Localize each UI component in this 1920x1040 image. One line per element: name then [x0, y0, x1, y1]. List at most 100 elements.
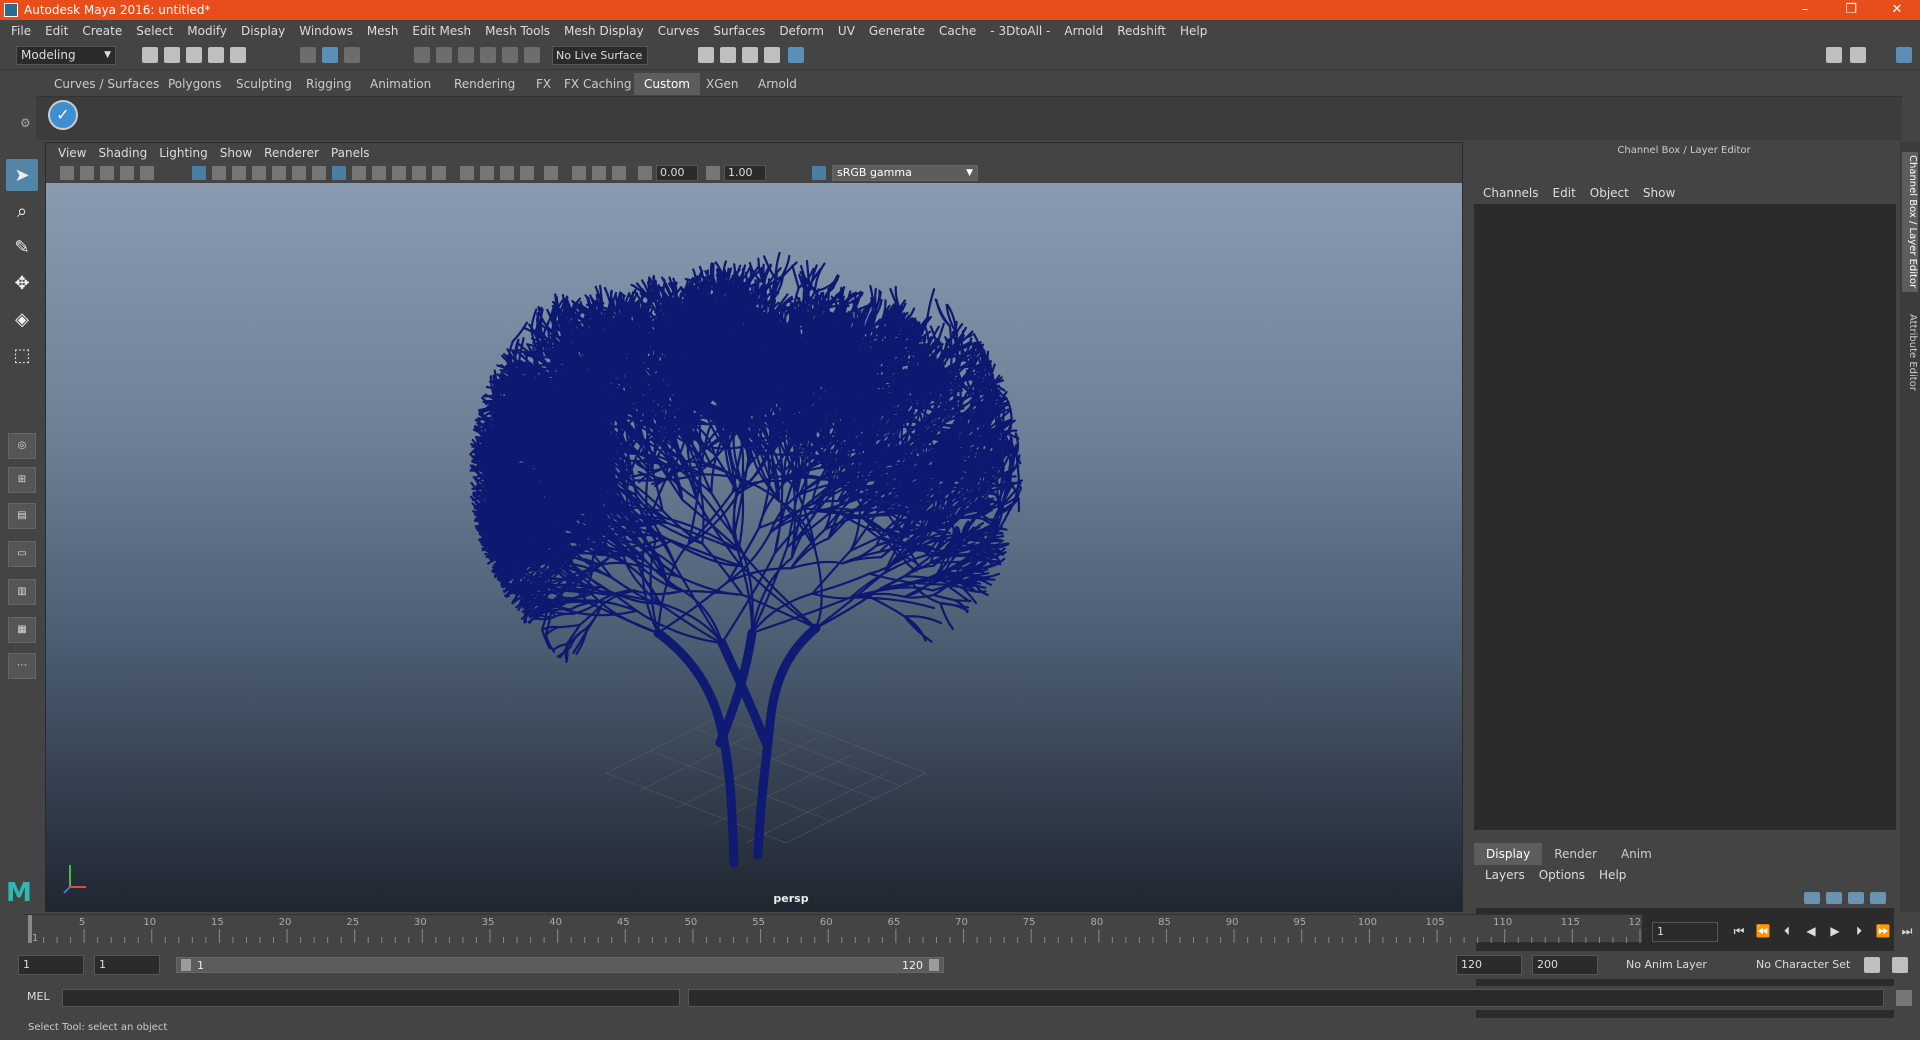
current-time-marker[interactable] — [28, 915, 32, 943]
menu-edit[interactable]: Edit — [38, 24, 75, 38]
layer-menu-help[interactable]: Help — [1592, 868, 1633, 882]
step-back-key-icon[interactable]: ⏴ — [1778, 924, 1796, 940]
channel-menu-channels[interactable]: Channels — [1476, 186, 1546, 200]
channel-menu-edit[interactable]: Edit — [1546, 186, 1583, 200]
shelf-settings-icon[interactable]: ⚙ — [20, 116, 31, 130]
shelf-tab-rendering[interactable]: Rendering — [444, 73, 525, 95]
character-set-dropdown[interactable]: No Character Set — [1752, 955, 1876, 975]
new-empty-layer-icon[interactable] — [1848, 892, 1864, 904]
single-perspective-layout-icon[interactable]: ◎ — [8, 433, 36, 459]
render-settings-icon[interactable] — [764, 47, 780, 63]
channel-box-body[interactable] — [1474, 204, 1896, 830]
shelf-tab-xgen[interactable]: XGen — [696, 73, 749, 95]
make-live-icon[interactable] — [524, 47, 540, 63]
step-forward-icon[interactable]: ⏩ — [1874, 924, 1892, 940]
animation-preferences-icon[interactable] — [1892, 957, 1908, 973]
anim-layer-dropdown[interactable]: No Anim Layer — [1622, 955, 1746, 975]
persp-outliner-layout-icon[interactable]: ▤ — [8, 503, 36, 529]
layer-tab-render[interactable]: Render — [1542, 843, 1609, 865]
gamma-field[interactable]: 1.00 — [724, 165, 766, 181]
snap-point-icon[interactable] — [458, 47, 474, 63]
move-tool-icon[interactable]: ✥ — [6, 267, 38, 299]
layer-tab-display[interactable]: Display — [1474, 843, 1543, 865]
shelf-tab-rigging[interactable]: Rigging — [296, 73, 361, 95]
field-chart-icon[interactable] — [272, 166, 286, 180]
save-scene-icon[interactable] — [186, 47, 202, 63]
hypershade-layout-icon[interactable]: ▥ — [8, 579, 36, 605]
safe-title-icon[interactable] — [312, 166, 326, 180]
animation-end-field[interactable]: 200 — [1532, 955, 1598, 975]
layer-menu-options[interactable]: Options — [1532, 868, 1592, 882]
redo-icon[interactable] — [230, 47, 246, 63]
gate-mask-icon[interactable] — [252, 166, 266, 180]
outliner-layout-icon[interactable]: ▦ — [8, 617, 36, 643]
channel-menu-show[interactable]: Show — [1636, 186, 1682, 200]
channel-menu-object[interactable]: Object — [1583, 186, 1636, 200]
snap-view-plane-icon[interactable] — [502, 47, 518, 63]
viewport-menu-shading[interactable]: Shading — [92, 146, 153, 160]
playback-start-field[interactable]: 1 — [94, 955, 160, 975]
minimize-button[interactable]: – — [1782, 0, 1828, 20]
open-scene-icon[interactable] — [164, 47, 180, 63]
grid-toggle-icon[interactable] — [140, 166, 154, 180]
shelf-tab-fx-caching[interactable]: FX Caching — [554, 73, 641, 95]
menu-redshift[interactable]: Redshift — [1110, 24, 1173, 38]
color-management-icon[interactable] — [812, 166, 826, 180]
camera-select-icon[interactable] — [60, 166, 74, 180]
scale-tool-icon[interactable]: ⬚ — [6, 339, 38, 371]
multisample-aa-icon[interactable] — [500, 166, 514, 180]
xray-icon[interactable] — [572, 166, 586, 180]
shelf-tab-curves-surfaces[interactable]: Curves / Surfaces — [44, 73, 169, 95]
restore-button[interactable]: ❐ — [1828, 0, 1874, 20]
screen-space-ao-icon[interactable] — [460, 166, 474, 180]
shadows-icon[interactable] — [432, 166, 446, 180]
menu-set-dropdown[interactable]: Modeling ▼ — [16, 46, 116, 65]
time-slider[interactable]: 1 5 10 15 20 25 30 35 40 45 50 55 60 65 70 75 80 85 90 95 10… — [22, 914, 1642, 943]
four-view-layout-icon[interactable]: ⊞ — [8, 467, 36, 493]
render-frame-icon[interactable] — [720, 47, 736, 63]
viewport-menu-panels[interactable]: Panels — [325, 146, 376, 160]
menu-cache[interactable]: Cache — [932, 24, 983, 38]
render-view-icon[interactable] — [698, 47, 714, 63]
menu-file[interactable]: File — [4, 24, 38, 38]
menu-mesh-display[interactable]: Mesh Display — [557, 24, 651, 38]
script-editor-icon[interactable] — [1896, 990, 1912, 1006]
command-input[interactable] — [62, 989, 680, 1007]
playback-end-field[interactable]: 120 — [1456, 955, 1522, 975]
shelf-tab-arnold[interactable]: Arnold — [748, 73, 807, 95]
go-to-start-icon[interactable]: ⏮ — [1730, 924, 1748, 940]
snap-curve-icon[interactable] — [436, 47, 452, 63]
shelf-tab-sculpting[interactable]: Sculpting — [226, 73, 302, 95]
side-tab-channel-box[interactable]: Channel Box / Layer Editor — [1902, 152, 1918, 292]
range-end-handle[interactable] — [929, 959, 939, 971]
menu-edit-mesh[interactable]: Edit Mesh — [405, 24, 478, 38]
close-button[interactable]: ✕ — [1874, 0, 1920, 20]
toggle-attribute-editor-icon[interactable] — [1850, 47, 1866, 63]
ipr-render-icon[interactable] — [742, 47, 758, 63]
menu-mesh-tools[interactable]: Mesh Tools — [478, 24, 557, 38]
viewport-menu-renderer[interactable]: Renderer — [258, 146, 325, 160]
play-forwards-icon[interactable]: ▶ — [1826, 924, 1844, 940]
safe-action-icon[interactable] — [292, 166, 306, 180]
layer-tab-anim[interactable]: Anim — [1609, 843, 1664, 865]
live-surface-field[interactable]: No Live Surface — [552, 46, 648, 65]
perspective-viewport[interactable]: persp — [46, 183, 1462, 911]
toggle-channel-box-icon[interactable] — [1896, 47, 1912, 63]
wireframe-on-shaded-icon[interactable] — [372, 166, 386, 180]
menu-create[interactable]: Create — [75, 24, 129, 38]
snap-projected-icon[interactable] — [480, 47, 496, 63]
menu-help[interactable]: Help — [1173, 24, 1214, 38]
isolate-select-icon[interactable] — [544, 166, 558, 180]
depth-of-field-icon[interactable] — [520, 166, 534, 180]
camera-attributes-icon[interactable] — [80, 166, 94, 180]
select-tool-icon[interactable]: ➤ — [6, 159, 38, 191]
play-backwards-icon[interactable]: ◀ — [1802, 924, 1820, 940]
custom-shelf-check-icon[interactable]: ✓ — [48, 100, 78, 130]
animation-start-field[interactable]: 1 — [18, 955, 84, 975]
resolution-gate-icon[interactable] — [232, 166, 246, 180]
bookmarks-icon[interactable] — [100, 166, 114, 180]
select-object-icon[interactable] — [322, 47, 338, 63]
menu-windows[interactable]: Windows — [292, 24, 360, 38]
exposure-field[interactable]: 0.00 — [656, 165, 698, 181]
new-scene-icon[interactable] — [142, 47, 158, 63]
